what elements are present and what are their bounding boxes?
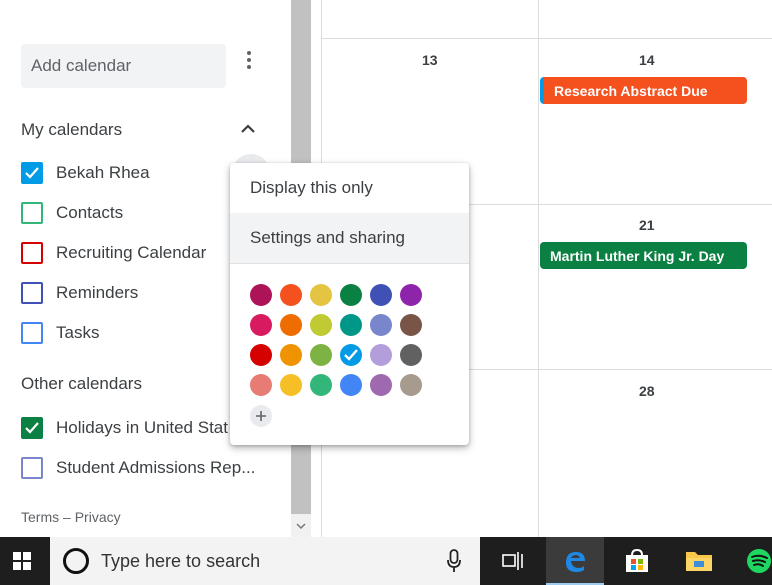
color-swatch[interactable] xyxy=(400,284,422,306)
terms-link[interactable]: Terms xyxy=(21,509,59,525)
my-calendar-item[interactable]: Reminders xyxy=(21,280,138,306)
color-swatch[interactable] xyxy=(370,344,392,366)
color-swatch[interactable] xyxy=(370,314,392,336)
event-mlk-day[interactable]: Martin Luther King Jr. Day xyxy=(540,242,747,269)
grid-line xyxy=(538,0,539,537)
menu-divider xyxy=(230,263,469,264)
checkbox[interactable] xyxy=(21,282,43,304)
calendar-label: Holidays in United Stat xyxy=(56,418,228,437)
color-swatch[interactable] xyxy=(400,374,422,396)
color-swatch[interactable] xyxy=(280,284,302,306)
check-icon xyxy=(25,422,39,434)
edge-icon[interactable] xyxy=(546,537,604,585)
privacy-link[interactable]: Privacy xyxy=(75,509,121,525)
add-calendar-input[interactable]: Add calendar xyxy=(21,44,226,88)
color-swatch[interactable] xyxy=(310,284,332,306)
store-icon[interactable] xyxy=(608,537,666,585)
color-swatch[interactable] xyxy=(310,374,332,396)
color-swatch[interactable] xyxy=(280,344,302,366)
color-swatch[interactable] xyxy=(310,314,332,336)
windows-taskbar: Type here to search xyxy=(0,537,772,585)
my-calendar-item[interactable]: Tasks xyxy=(21,320,99,346)
color-swatch[interactable] xyxy=(400,314,422,336)
color-swatch[interactable] xyxy=(340,314,362,336)
spotify-icon[interactable] xyxy=(732,537,772,585)
cortana-icon[interactable] xyxy=(63,548,89,574)
taskbar-search-box[interactable]: Type here to search xyxy=(50,537,480,585)
calendar-label: Tasks xyxy=(56,323,100,342)
calendar-label: Recruiting Calendar xyxy=(56,243,207,262)
calendar-label: Contacts xyxy=(56,203,124,222)
checkbox[interactable] xyxy=(21,322,43,344)
microphone-icon[interactable] xyxy=(447,549,461,573)
other-calendar-item[interactable]: Student Admissions Rep... xyxy=(21,455,255,481)
other-calendar-item[interactable]: Holidays in United Stat xyxy=(21,415,228,441)
task-view-icon[interactable] xyxy=(484,537,542,585)
search-placeholder: Type here to search xyxy=(101,550,261,571)
day-number[interactable]: 28 xyxy=(639,383,655,399)
checkbox[interactable] xyxy=(21,242,43,264)
my-calendar-item[interactable]: Bekah Rhea xyxy=(21,160,150,186)
chevron-up-icon[interactable] xyxy=(238,119,258,139)
color-swatch[interactable] xyxy=(280,374,302,396)
my-calendar-item[interactable]: Contacts xyxy=(21,200,123,226)
scroll-down-arrow-icon[interactable] xyxy=(291,514,311,537)
event-research-abstract-due[interactable]: Research Abstract Due xyxy=(540,77,747,104)
windows-icon[interactable] xyxy=(0,537,44,585)
footer-separator: – xyxy=(63,509,71,525)
calendar-label: Bekah Rhea xyxy=(56,163,150,182)
checkbox[interactable] xyxy=(21,417,43,439)
my-calendar-item[interactable]: Recruiting Calendar xyxy=(21,240,206,266)
color-swatch[interactable] xyxy=(280,314,302,336)
color-swatch[interactable] xyxy=(340,374,362,396)
check-icon xyxy=(25,167,39,179)
color-swatch[interactable] xyxy=(370,374,392,396)
calendar-label: Reminders xyxy=(56,283,139,302)
color-swatch[interactable] xyxy=(370,284,392,306)
calendar-options-menu: Display this only Settings and sharing xyxy=(230,163,469,445)
check-icon xyxy=(344,349,358,361)
color-swatch[interactable] xyxy=(340,344,362,366)
calendar-label: Student Admissions Rep... xyxy=(56,458,256,477)
google-calendar-screen: Add calendar My calendars Bekah Rhea Cont… xyxy=(0,0,772,585)
settings-and-sharing-item[interactable]: Settings and sharing xyxy=(230,213,469,263)
day-number[interactable]: 21 xyxy=(639,217,655,233)
color-swatch[interactable] xyxy=(310,344,332,366)
day-number[interactable]: 14 xyxy=(639,52,655,68)
color-swatch[interactable] xyxy=(250,344,272,366)
footer-links: Terms – Privacy xyxy=(21,509,121,525)
plus-icon[interactable] xyxy=(250,405,272,427)
checkbox[interactable] xyxy=(21,162,43,184)
color-swatch[interactable] xyxy=(250,374,272,396)
other-calendars-heading[interactable]: Other calendars xyxy=(21,374,142,394)
my-calendars-heading[interactable]: My calendars xyxy=(21,120,122,140)
color-swatch[interactable] xyxy=(400,344,422,366)
color-swatch[interactable] xyxy=(250,284,272,306)
checkbox[interactable] xyxy=(21,202,43,224)
color-swatch[interactable] xyxy=(250,314,272,336)
file-explorer-icon[interactable] xyxy=(670,537,728,585)
more-options-icon[interactable] xyxy=(236,46,262,74)
display-this-only-item[interactable]: Display this only xyxy=(230,163,469,213)
checkbox[interactable] xyxy=(21,457,43,479)
day-number[interactable]: 13 xyxy=(422,52,438,68)
color-swatch[interactable] xyxy=(340,284,362,306)
grid-line xyxy=(322,38,772,39)
